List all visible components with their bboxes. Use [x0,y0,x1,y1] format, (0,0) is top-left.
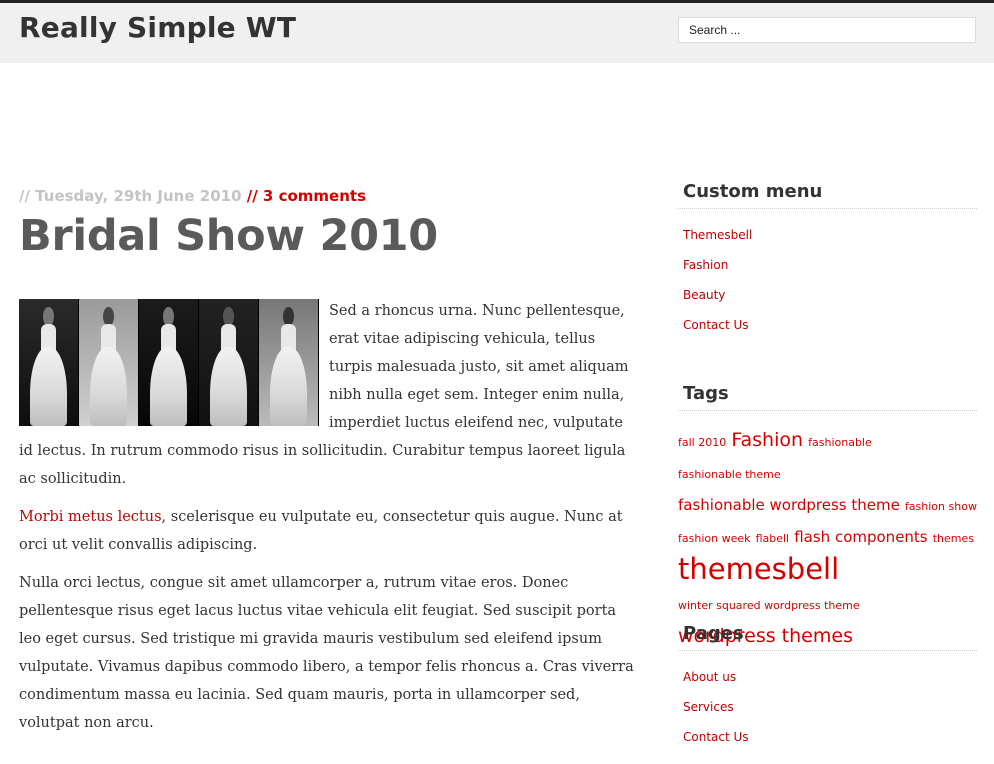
tag-link[interactable]: fashionable [808,436,872,449]
tag-link[interactable]: fashion week [678,532,750,545]
tag-link[interactable]: fashionable theme [678,468,781,481]
pages-widget: Pages About us Services Contact Us [678,623,977,753]
tag-link[interactable]: winter squared wordpress theme [678,599,860,612]
pages-title: Pages [678,623,977,651]
tag-link[interactable]: flash components [794,528,927,546]
bridal-show-photo [19,299,319,426]
tag-link[interactable]: themesbell [678,552,839,586]
tag-link[interactable]: themes [933,532,974,545]
tags-widget: Tags fall 2010 Fashion fashionable fashi… [678,383,977,652]
bride-photo-panel [139,299,199,426]
tag-link[interactable]: Fashion [731,429,803,451]
post-content: Sed a rhoncus urna. Nunc pellentesque, e… [19,297,641,747]
tag-link[interactable]: flabell [756,532,790,545]
menu-link-themesbell[interactable]: Themesbell [683,228,752,242]
menu-link-contact[interactable]: Contact Us [683,318,749,332]
menu-link-beauty[interactable]: Beauty [683,288,725,302]
morbi-link[interactable]: Morbi metus lectus [19,509,162,525]
menu-item-contact: Contact Us [683,311,977,341]
page-link-contact[interactable]: Contact Us [683,730,749,744]
menu-item-fashion: Fashion [683,251,977,281]
page-item-about: About us [683,663,977,693]
post-paragraph-3: Nulla orci lectus, congue sit amet ullam… [19,575,634,731]
comments-link[interactable]: // 3 comments [247,187,366,205]
tag-link[interactable]: fall 2010 [678,436,726,449]
post-title[interactable]: Bridal Show 2010 [19,211,438,261]
menu-link-fashion[interactable]: Fashion [683,258,728,272]
custom-menu-list: Themesbell Fashion Beauty Contact Us [678,209,977,341]
pages-list: About us Services Contact Us [678,651,977,753]
search-input[interactable] [679,18,975,42]
site-header: Really Simple WT [0,3,994,63]
post-date: // Tuesday, 29th June 2010 [19,187,242,205]
page-link-about[interactable]: About us [683,670,736,684]
custom-menu-title: Custom menu [678,181,977,209]
menu-item-themesbell: Themesbell [683,221,977,251]
tag-link[interactable]: fashionable wordpress theme [678,496,900,514]
tags-title: Tags [678,383,977,411]
search-box [678,17,976,43]
site-title[interactable]: Really Simple WT [19,11,296,44]
page-item-services: Services [683,693,977,723]
menu-item-beauty: Beauty [683,281,977,311]
bride-photo-panel [259,299,319,426]
tag-cloud: fall 2010 Fashion fashionable fashionabl… [678,411,977,652]
post-paragraph-2: Morbi metus lectus, scelerisque eu vulpu… [19,503,641,559]
post-meta: // Tuesday, 29th June 2010 // 3 comments [19,187,366,205]
page-item-contact: Contact Us [683,723,977,753]
bride-photo-panel [199,299,259,426]
bride-photo-panel [79,299,139,426]
bride-photo-panel [19,299,79,426]
page-link-services[interactable]: Services [683,700,734,714]
post-paragraph-1: Sed a rhoncus urna. Nunc pellentesque, e… [19,297,641,493]
custom-menu-widget: Custom menu Themesbell Fashion Beauty Co… [678,181,977,341]
tag-link[interactable]: fashion show [905,500,977,513]
